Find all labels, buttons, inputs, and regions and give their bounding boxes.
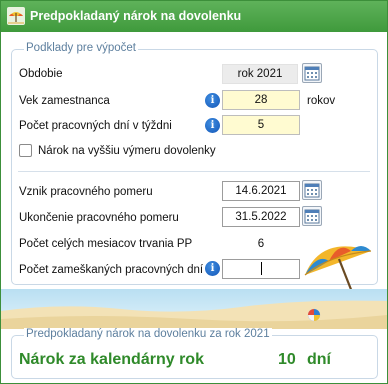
- higher-entitlement-checkbox[interactable]: [19, 144, 32, 157]
- age-unit: rokov: [307, 95, 336, 107]
- text-caret: [260, 262, 262, 276]
- missed-days-input[interactable]: [222, 259, 300, 279]
- age-field[interactable]: 28: [222, 90, 300, 110]
- window-title: Predpokladaný nárok na dovolenku: [30, 9, 242, 23]
- age-label: Vek zamestnanca: [19, 95, 110, 107]
- umbrella-icon: [7, 7, 25, 25]
- result-label: Nárok za kalendárny rok: [19, 351, 204, 368]
- info-icon[interactable]: i: [205, 93, 220, 108]
- end-date-field[interactable]: 31.5.2022: [222, 207, 300, 227]
- calendar-icon: [304, 183, 320, 198]
- period-field[interactable]: rok 2021: [222, 64, 298, 84]
- workdays-field[interactable]: 5: [222, 115, 300, 135]
- info-icon[interactable]: i: [205, 118, 220, 133]
- higher-entitlement-label: Nárok na vyššiu výmeru dovolenky: [38, 145, 216, 157]
- inputs-group-legend: Podklady pre výpočet: [24, 42, 138, 54]
- months-value: 6: [257, 238, 265, 250]
- missed-label: Počet zameškaných pracovných dní: [19, 264, 204, 276]
- calendar-icon: [304, 209, 320, 224]
- start-date-field[interactable]: 14.6.2021: [222, 181, 300, 201]
- start-calendar-button[interactable]: [302, 180, 322, 200]
- period-calendar-button[interactable]: [302, 63, 322, 83]
- result-value: 10: [278, 351, 296, 368]
- months-label: Počet celých mesiacov trvania PP: [19, 238, 193, 250]
- vacation-dialog: Predpokladaný nárok na dovolenku Podklad…: [0, 0, 388, 384]
- end-label: Ukončenie pracovného pomeru: [19, 212, 179, 224]
- end-calendar-button[interactable]: [302, 206, 322, 226]
- beach-scene: [1, 289, 387, 329]
- result-group-legend: Predpokladaný nárok na dovolenku za rok …: [24, 328, 272, 340]
- calendar-icon: [304, 66, 320, 81]
- workdays-label: Počet pracovných dní v týždni: [19, 120, 172, 132]
- result-unit: dní: [307, 351, 331, 368]
- title-bar: Predpokladaný nárok na dovolenku: [1, 1, 387, 32]
- info-icon[interactable]: i: [205, 261, 220, 276]
- group-separator: [18, 171, 370, 172]
- period-label: Obdobie: [19, 68, 63, 80]
- start-label: Vznik pracovného pomeru: [19, 186, 153, 198]
